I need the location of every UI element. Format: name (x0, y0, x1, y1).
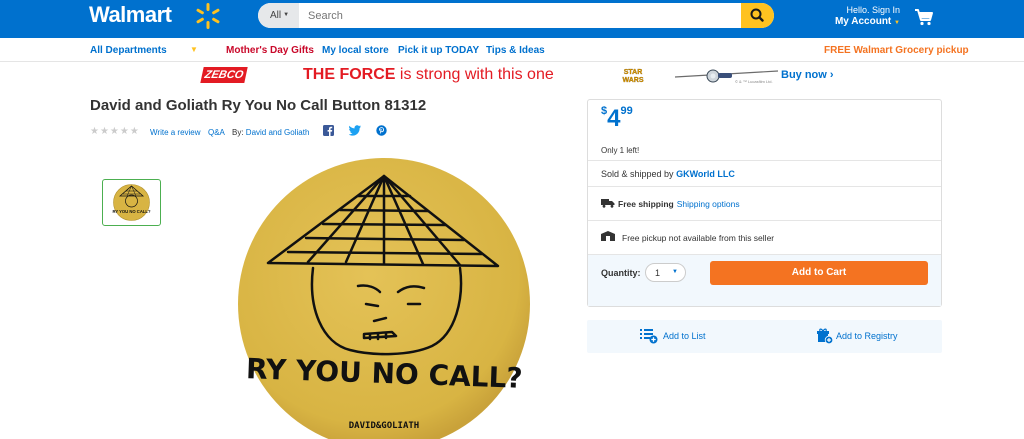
pickup-row: Free pickup not available from this sell… (588, 220, 941, 254)
fishing-reel-image: © & ™ Lucasfilm Ltd. (674, 69, 779, 84)
chevron-down-icon: ▼ (894, 20, 900, 26)
shipping-row: Free shipping Shipping options (588, 186, 941, 220)
stock-note: Only 1 left! (601, 146, 640, 155)
qa-link[interactable]: Q&A (208, 128, 225, 137)
top-header: Walmart All▼ Hello. Sign In My Account ▼ (0, 0, 1024, 38)
thumbnail-image: RY YOU NO CALL? (112, 184, 151, 221)
add-to-cart-row: Quantity: 1 ▼ Add to Cart (588, 254, 941, 306)
buy-box: $499 Only 1 left! Sold & shipped by GKWo… (587, 99, 942, 307)
zebco-logo: ZEBCO (200, 67, 248, 83)
star-wars-logo: STAR WARS (622, 69, 644, 84)
nav-link-pickup-today[interactable]: Pick it up TODAY (398, 45, 479, 56)
walmart-logo[interactable]: Walmart (89, 2, 172, 28)
list-registry-bar: Add to List Add to Registry (587, 320, 942, 353)
banner-headline: THE FORCE is strong with this one (303, 66, 554, 83)
seller-link[interactable]: GKWorld LLC (676, 169, 735, 179)
product-thumbnail[interactable]: RY YOU NO CALL? (102, 179, 161, 226)
search-input[interactable] (302, 3, 732, 28)
account-menu[interactable]: Hello. Sign In My Account ▼ (834, 5, 900, 27)
search-button[interactable] (741, 3, 774, 28)
twitter-share-icon[interactable] (349, 125, 361, 136)
nav-link-local-store[interactable]: My local store (322, 45, 389, 56)
chevron-down-icon: ▼ (283, 12, 290, 18)
brand-byline: By: David and Goliath (232, 128, 310, 137)
cart-icon[interactable] (914, 8, 934, 26)
pinterest-share-icon[interactable] (376, 125, 387, 136)
promo-banner[interactable]: ZEBCO THE FORCE is strong with this one … (190, 64, 843, 87)
seller-row: Sold & shipped by GKWorld LLC (588, 160, 941, 186)
nav-link-grocery-pickup[interactable]: FREE Walmart Grocery pickup (824, 45, 969, 56)
svg-text:© & ™ Lucasfilm Ltd.: © & ™ Lucasfilm Ltd. (735, 79, 773, 84)
store-icon (601, 231, 615, 241)
svg-text:WARS: WARS (623, 77, 644, 84)
chevron-down-icon: ▼ (672, 269, 678, 275)
svg-text:RY YOU NO CALL?: RY YOU NO CALL? (112, 209, 151, 214)
add-to-registry-link[interactable]: Add to Registry (836, 331, 898, 341)
shipping-options-link[interactable]: Shipping options (677, 199, 740, 209)
add-to-cart-button[interactable]: Add to Cart (710, 261, 928, 285)
svg-text:STAR: STAR (624, 69, 643, 76)
nav-link-tips[interactable]: Tips & Ideas (486, 45, 545, 56)
facebook-share-icon[interactable] (323, 125, 334, 136)
rating-stars[interactable]: ★★★★★ (90, 126, 140, 137)
write-review-link[interactable]: Write a review (150, 128, 201, 137)
spark-icon (196, 3, 220, 29)
quantity-select[interactable]: 1 ▼ (645, 263, 686, 282)
search-bar: All ▼ (258, 3, 774, 28)
truck-icon (601, 199, 615, 208)
all-departments-menu[interactable]: All Departments (90, 45, 167, 56)
chevron-right-icon: › (829, 69, 834, 81)
search-icon (750, 8, 764, 22)
banner-buy-now-link[interactable]: Buy now › (781, 69, 834, 81)
add-to-list-icon[interactable] (640, 328, 658, 344)
product-main-image[interactable]: RY YOU NO CALL? DAVID&GOLIATH (238, 158, 530, 439)
chevron-down-icon[interactable]: ▼ (190, 45, 198, 54)
brand-link[interactable]: David and Goliath (246, 128, 310, 137)
nav-link-mothers-day[interactable]: Mother's Day Gifts (226, 45, 314, 56)
product-title: David and Goliath Ry You No Call Button … (90, 97, 427, 114)
search-department-select[interactable]: All ▼ (258, 3, 299, 28)
svg-text:DAVID&GOLIATH: DAVID&GOLIATH (349, 421, 419, 431)
price: $499 (601, 105, 633, 132)
add-to-registry-icon[interactable] (817, 328, 833, 344)
add-to-list-link[interactable]: Add to List (663, 331, 706, 341)
secondary-nav: All Departments ▼ Mother's Day Gifts My … (0, 38, 1024, 62)
